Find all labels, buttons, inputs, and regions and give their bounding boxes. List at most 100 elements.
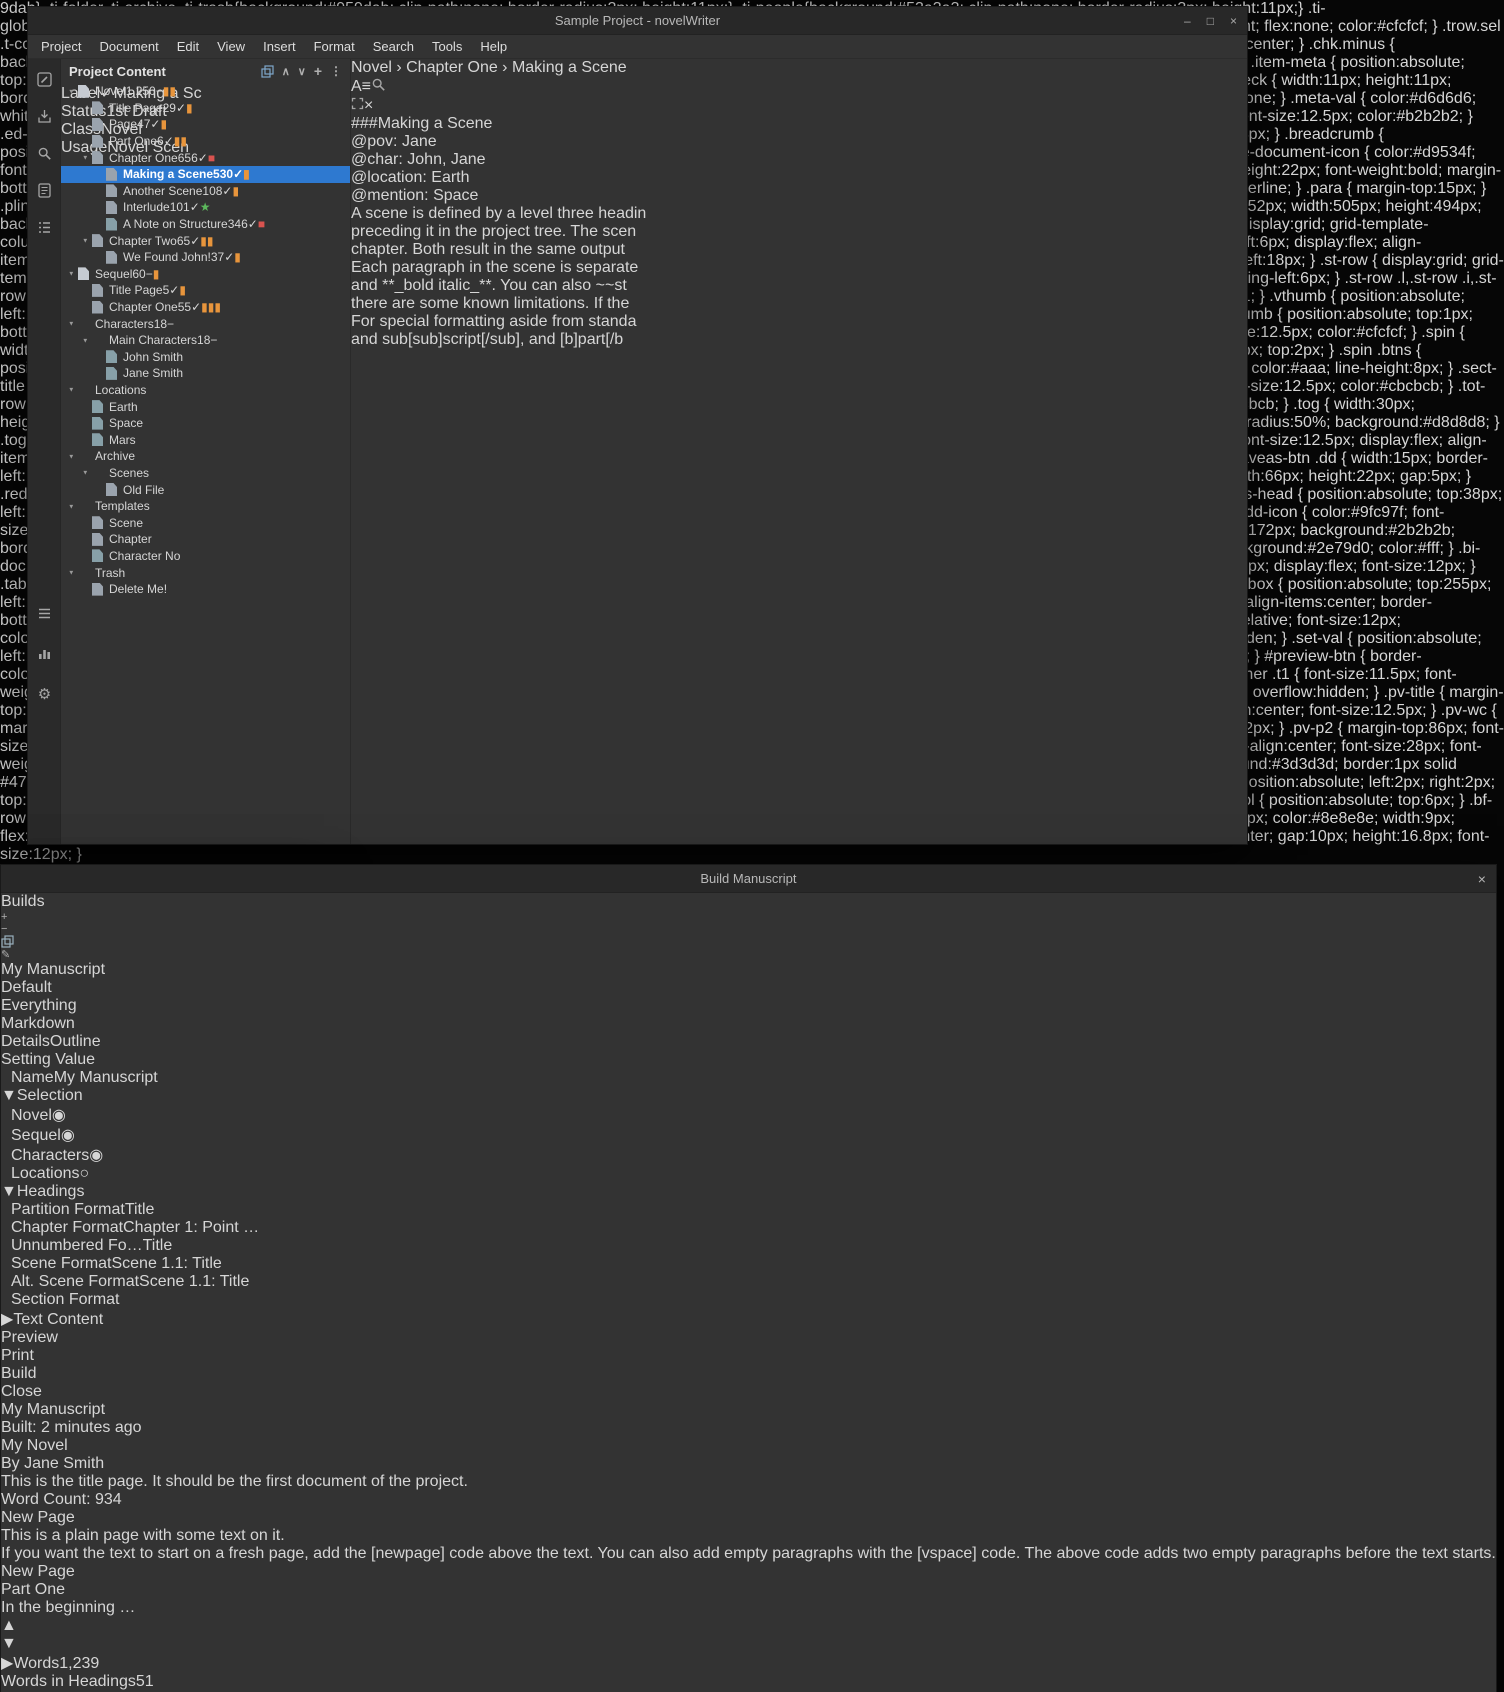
list-icon[interactable] <box>36 605 53 622</box>
menu-search[interactable]: Search <box>364 36 423 57</box>
build-list-item[interactable]: My Manuscript <box>1 961 1496 979</box>
minimize-icon[interactable]: – <box>1184 14 1191 28</box>
tree-item[interactable]: ▼Archive <box>61 448 350 465</box>
menu-help[interactable]: Help <box>471 36 516 57</box>
tree-item[interactable]: Character No <box>61 548 350 565</box>
close-icon[interactable]: × <box>1230 14 1237 28</box>
tree-expand-icon[interactable]: ▼ <box>82 337 91 344</box>
document-editor[interactable]: ###Making a Scene @pov: Jane@char: John,… <box>351 115 646 349</box>
tree-item[interactable]: ▼Locations <box>61 382 350 399</box>
print-button[interactable]: Print <box>1 1347 1496 1365</box>
add-icon[interactable]: + <box>1 911 1496 923</box>
typography-icon[interactable]: A <box>351 78 362 96</box>
search-icon[interactable] <box>371 77 386 97</box>
radio-on-icon[interactable]: ◉ <box>52 1107 66 1124</box>
tree-item[interactable]: Chapter <box>61 531 350 548</box>
setting-row[interactable]: Alt. Scene FormatScene 1.1: Title <box>1 1273 1496 1291</box>
tag-value-link[interactable]: Earth <box>431 169 469 186</box>
tree-item[interactable]: ▼Sequel60−▮ <box>61 266 350 283</box>
tree-item[interactable]: ▼Main Characters18− <box>61 332 350 349</box>
tree-expand-icon[interactable]: ▶ <box>1 1655 13 1672</box>
tree-item[interactable]: Title Page29✓▮ <box>61 100 350 117</box>
tree-item[interactable]: Scene <box>61 514 350 531</box>
tree-item[interactable]: Title Page5✓▮ <box>61 282 350 299</box>
outline-list-icon[interactable]: ≡ <box>362 78 371 96</box>
tree-item[interactable]: Old File <box>61 481 350 498</box>
menu-document[interactable]: Document <box>90 36 167 57</box>
tree-expand-icon[interactable]: ▼ <box>68 386 77 393</box>
tree-expand-icon[interactable]: ▼ <box>68 453 77 460</box>
menu-tools[interactable]: Tools <box>423 36 471 57</box>
close-document-icon[interactable]: × <box>364 97 373 114</box>
scroll-up-icon[interactable]: ▲ <box>1 1617 17 1634</box>
radio-on-icon[interactable]: ◉ <box>61 1127 75 1144</box>
menu-project[interactable]: Project <box>32 36 90 57</box>
build-list-item[interactable]: Everything <box>1 997 1496 1015</box>
tree-expand-icon[interactable]: ▼ <box>82 154 91 161</box>
setting-row[interactable]: Novel◉ <box>1 1105 1496 1125</box>
maximize-view-icon[interactable] <box>351 97 364 114</box>
setting-row[interactable]: Section Format <box>1 1291 1496 1309</box>
preview-button[interactable]: Preview <box>1 1329 1496 1347</box>
build-titlebar[interactable]: Build Manuscript × <box>1 865 1496 893</box>
kebab-menu-icon[interactable]: ⋮ <box>330 64 342 78</box>
tree-item[interactable]: Earth <box>61 398 350 415</box>
remove-icon[interactable]: − <box>1 923 1496 935</box>
tree-item[interactable]: John Smith <box>61 349 350 366</box>
tree-expand-icon[interactable]: ▼ <box>82 237 91 244</box>
search-icon[interactable] <box>36 145 53 162</box>
tree-item[interactable]: Another Scene108✓▮ <box>61 183 350 200</box>
import-icon[interactable] <box>36 108 53 125</box>
setting-row[interactable]: ▼Headings <box>1 1183 1496 1201</box>
setting-row[interactable]: Unnumbered Fo…Title <box>1 1237 1496 1255</box>
stats-icon[interactable] <box>36 645 53 662</box>
outline-icon[interactable] <box>36 219 53 236</box>
setting-row[interactable]: NameMy Manuscript <box>1 1069 1496 1087</box>
tree-item[interactable]: Delete Me! <box>61 581 350 598</box>
chevron-up-icon[interactable]: ∧ <box>282 65 290 78</box>
tree-item[interactable]: Jane Smith <box>61 365 350 382</box>
tree-item[interactable]: ▼Chapter Two65✓▮▮ <box>61 232 350 249</box>
radio-on-icon[interactable]: ◉ <box>89 1147 103 1164</box>
scroll-down-icon[interactable]: ▼ <box>1 1635 17 1652</box>
setting-row[interactable]: Chapter FormatChapter 1: Point … <box>1 1219 1496 1237</box>
tree-item[interactable]: ▼Chapter One656✓■ <box>61 149 350 166</box>
tree-expand-icon[interactable]: ▼ <box>68 270 77 277</box>
tree-item[interactable]: Making a Scene530✓▮ <box>61 166 350 183</box>
tree-expand-icon[interactable]: ▼ <box>1 1087 17 1104</box>
tab-details[interactable]: Details <box>1 1033 50 1050</box>
tree-item[interactable]: Page47✓▮ <box>61 116 350 133</box>
document-details-icon[interactable] <box>36 182 53 199</box>
menu-view[interactable]: View <box>208 36 254 57</box>
setting-row[interactable]: Partition FormatTitle <box>1 1201 1496 1219</box>
build-list-item[interactable]: Default <box>1 979 1496 997</box>
maximize-icon[interactable]: □ <box>1207 14 1214 28</box>
build-close-button[interactable]: Close <box>1 1383 1496 1401</box>
tree-item[interactable]: Part One6✓▮▮ <box>61 133 350 150</box>
setting-row[interactable]: Sequel◉ <box>1 1125 1496 1145</box>
menu-edit[interactable]: Edit <box>168 36 208 57</box>
manuscript-pre view[interactable]: My Novel By Jane Smith This is the title… <box>1 1437 1496 1617</box>
plus-icon[interactable]: + <box>314 63 322 79</box>
tree-item[interactable]: ▼Novel1,250−▮▮ <box>61 83 350 100</box>
radio-off-icon[interactable]: ○ <box>80 1165 90 1182</box>
close-icon[interactable]: × <box>1478 865 1486 892</box>
setting-row[interactable]: Characters◉ <box>1 1145 1496 1165</box>
preview-scrollbar[interactable]: ▲ ▼ <box>1 1617 1496 1653</box>
setting-row[interactable]: ▶Text Content <box>1 1309 1496 1329</box>
tree-expand-icon[interactable]: ▼ <box>68 88 77 95</box>
tree-expand-icon[interactable]: ▶ <box>1 1311 13 1328</box>
tag-value-link[interactable]: John, Jane <box>407 151 485 168</box>
tag-value-link[interactable]: Jane <box>402 133 437 150</box>
tree-expand-icon[interactable]: ▼ <box>82 469 91 476</box>
menu-insert[interactable]: Insert <box>254 36 305 57</box>
tree-item[interactable]: ▼Scenes <box>61 465 350 482</box>
tree-expand-icon[interactable]: ▼ <box>68 503 77 510</box>
tree-item[interactable]: Interlude101✓★ <box>61 199 350 216</box>
chevron-down-icon[interactable]: ∨ <box>298 65 306 78</box>
tag-value-link[interactable]: Space <box>433 187 478 204</box>
tree-expand-icon[interactable]: ▼ <box>68 569 77 576</box>
tree-item[interactable]: Mars <box>61 431 350 448</box>
tree-item[interactable]: ▼Characters18− <box>61 315 350 332</box>
setting-row[interactable]: ▼Selection <box>1 1087 1496 1105</box>
